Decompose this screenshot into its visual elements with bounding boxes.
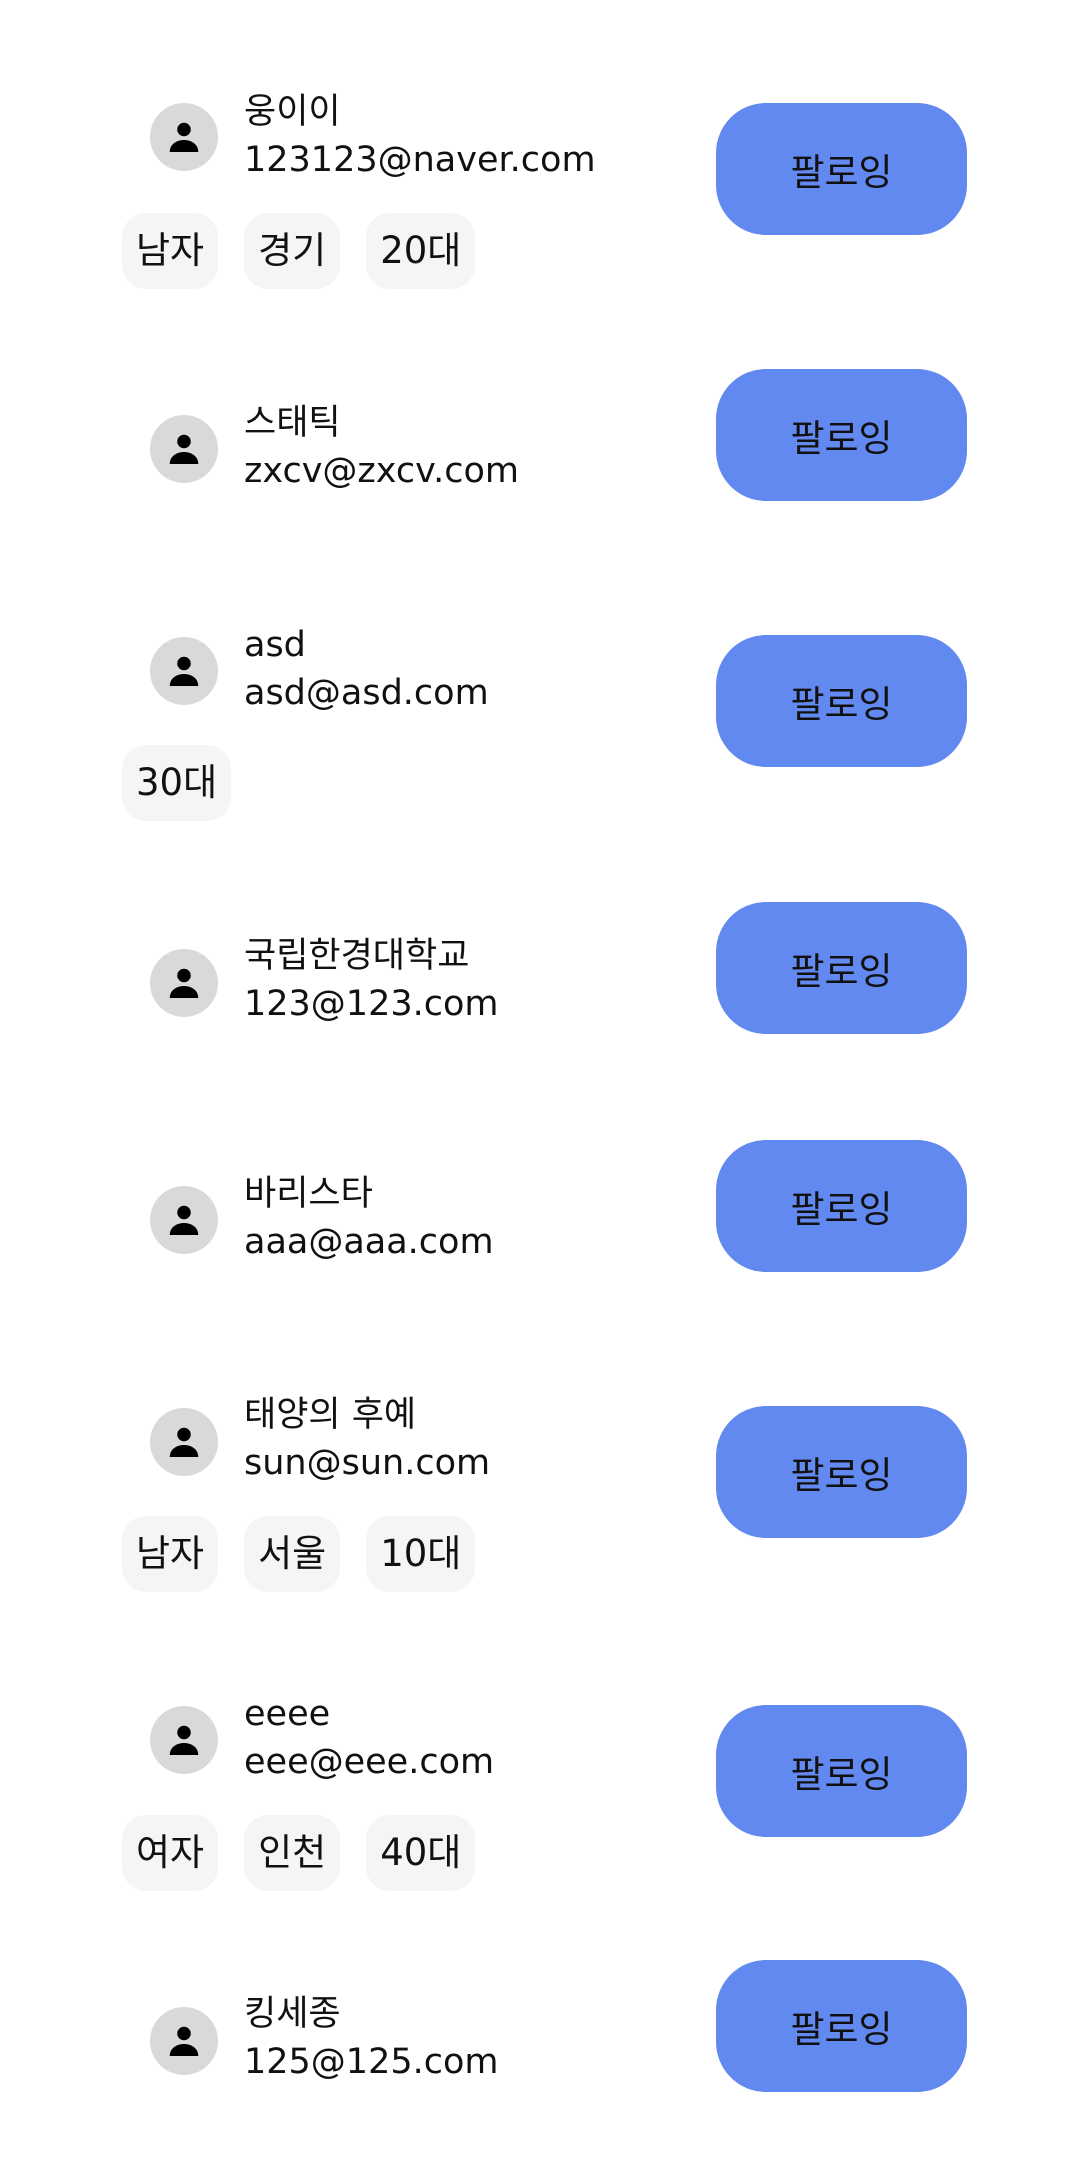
user-email: eee@eee.com <box>244 1742 495 1782</box>
following-button[interactable]: 팔로잉 <box>716 1705 967 1837</box>
tag-list: 여자 인천 40대 <box>122 1815 476 1891</box>
tag-age: 40대 <box>366 1815 476 1891</box>
user-row[interactable]: asd asd@asd.com 팔로잉 30대 <box>0 600 1080 900</box>
following-button[interactable]: 팔로잉 <box>716 1406 967 1538</box>
tag-gender: 남자 <box>122 213 219 289</box>
user-name: eeee <box>244 1694 331 1734</box>
user-name: 태양의 후예 <box>244 1395 417 1435</box>
user-row[interactable]: 국립한경대학교 123@123.com 팔로잉 <box>0 900 1080 1130</box>
user-row[interactable]: 킹세종 125@125.com 팔로잉 <box>0 1960 1080 2163</box>
person-icon <box>169 1427 199 1457</box>
tag-gender: 남자 <box>122 1516 219 1592</box>
following-button[interactable]: 팔로잉 <box>716 1960 967 2092</box>
person-icon <box>169 434 199 464</box>
avatar <box>150 1408 218 1476</box>
following-button[interactable]: 팔로잉 <box>716 902 967 1034</box>
person-icon <box>169 1725 199 1755</box>
user-name: 스태틱 <box>244 403 341 443</box>
person-icon <box>169 1205 199 1235</box>
user-email: zxcv@zxcv.com <box>244 451 520 491</box>
person-icon <box>169 968 199 998</box>
following-button[interactable]: 팔로잉 <box>716 369 967 501</box>
user-name: 웅이이 <box>244 92 341 132</box>
user-name: 국립한경대학교 <box>244 936 470 976</box>
tag-region: 인천 <box>244 1815 341 1891</box>
user-email: 123@123.com <box>244 984 499 1024</box>
avatar <box>150 103 218 171</box>
following-button[interactable]: 팔로잉 <box>716 103 967 235</box>
person-icon <box>169 122 199 152</box>
user-email: 123123@naver.com <box>244 140 596 180</box>
avatar <box>150 415 218 483</box>
tag-list: 남자 경기 20대 <box>122 213 476 289</box>
tag-list: 30대 <box>122 745 232 821</box>
following-button[interactable]: 팔로잉 <box>716 1140 967 1272</box>
avatar <box>150 2007 218 2075</box>
user-row[interactable]: 태양의 후예 sun@sun.com 팔로잉 남자 서울 10대 <box>0 1370 1080 1670</box>
user-row[interactable]: eeee eee@eee.com 팔로잉 여자 인천 40대 <box>0 1670 1080 1960</box>
tag-list: 남자 서울 10대 <box>122 1516 476 1592</box>
person-icon <box>169 2026 199 2056</box>
user-email: asd@asd.com <box>244 673 489 713</box>
tag-region: 서울 <box>244 1516 341 1592</box>
avatar <box>150 1186 218 1254</box>
avatar <box>150 1706 218 1774</box>
user-row[interactable]: 스태틱 zxcv@zxcv.com 팔로잉 <box>0 300 1080 600</box>
user-email: sun@sun.com <box>244 1443 491 1483</box>
following-button[interactable]: 팔로잉 <box>716 635 967 767</box>
tag-age: 20대 <box>366 213 476 289</box>
tag-age: 30대 <box>122 745 232 821</box>
user-row[interactable]: 웅이이 123123@naver.com 팔로잉 남자 경기 20대 <box>0 0 1080 300</box>
user-email: 125@125.com <box>244 2042 499 2082</box>
avatar <box>150 637 218 705</box>
user-name: asd <box>244 625 306 665</box>
tag-gender: 여자 <box>122 1815 219 1891</box>
avatar <box>150 949 218 1017</box>
user-email: aaa@aaa.com <box>244 1222 494 1262</box>
tag-age: 10대 <box>366 1516 476 1592</box>
person-icon <box>169 656 199 686</box>
user-name: 킹세종 <box>244 1994 341 2034</box>
user-name: 바리스타 <box>244 1174 373 1214</box>
user-row[interactable]: 바리스타 aaa@aaa.com 팔로잉 <box>0 1130 1080 1370</box>
tag-region: 경기 <box>244 213 341 289</box>
